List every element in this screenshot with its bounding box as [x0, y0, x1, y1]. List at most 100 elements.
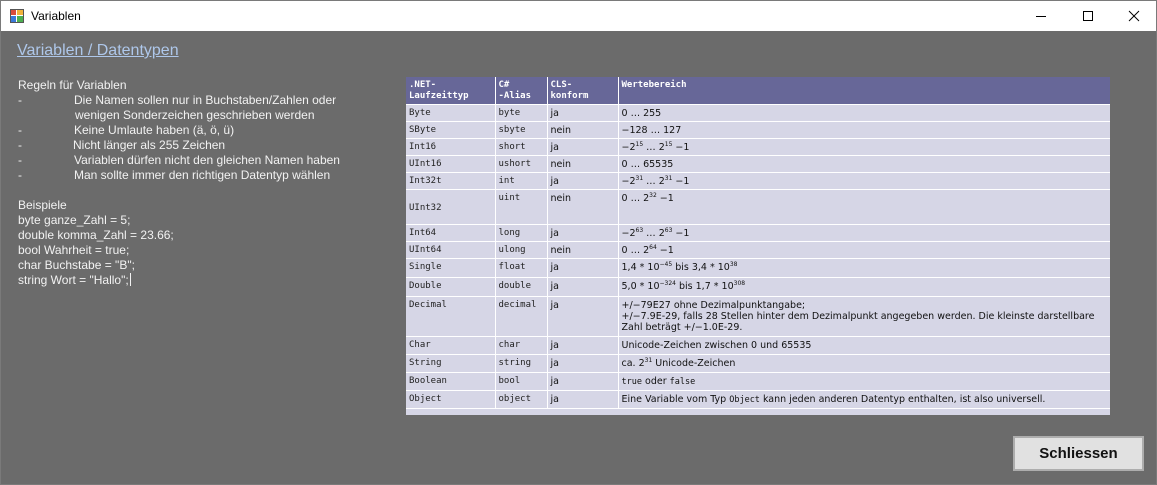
table-header-row: .NET- Laufzeittyp C# -Alias CLS-konform We…	[406, 77, 1110, 105]
rule-line: - Die Namen sollen nur in Buchstaben/Zahl…	[18, 93, 337, 107]
example-line: byte ganze_Zahl = 5;	[18, 213, 131, 227]
cell-cls: ja	[547, 172, 619, 190]
cell-alias: bool	[495, 372, 548, 391]
example-line: bool Wahrheit = true;	[18, 243, 130, 257]
cell-net: String	[406, 354, 496, 373]
table-row: Int16 short ja −215 … 215 −1	[406, 138, 1110, 156]
close-window-button[interactable]	[1111, 1, 1156, 31]
rule-line: - Keine Umlaute haben (ä, ö, ü)	[18, 123, 235, 137]
cell-net: Byte	[406, 104, 496, 122]
cell-range: 0 … 255	[618, 104, 1110, 122]
cell-cls: ja	[547, 372, 619, 391]
minimize-button[interactable]	[1018, 1, 1064, 31]
table-row: Double double ja 5,0 * 10−324 bis 1,7 * …	[406, 277, 1110, 297]
example-line: string Wort = "Hallo";	[18, 273, 131, 287]
cell-alias: byte	[495, 104, 548, 122]
cell-net: UInt64	[406, 241, 496, 259]
rules-title: Regeln für Variablen	[18, 78, 127, 92]
cell-range: −215 … 215 −1	[618, 138, 1110, 156]
cell-cls: nein	[547, 189, 619, 225]
table-row: Decimal decimal ja +/−79E27 ohne Dezimal…	[406, 296, 1110, 337]
cell-net: UInt16	[406, 155, 496, 173]
cell-alias: decimal	[495, 296, 548, 337]
table-row: Byte byte ja 0 … 255	[406, 104, 1110, 122]
cell-alias: string	[495, 354, 548, 373]
table-row: UInt16 ushort nein 0 … 65535	[406, 155, 1110, 173]
rule-line: - Variablen dürfen nicht den gleichen Nam…	[18, 153, 340, 167]
cell-cls: ja	[547, 138, 619, 156]
cell-net: SByte	[406, 121, 496, 139]
cell-range: −128 … 127	[618, 121, 1110, 139]
header-net-type: .NET- Laufzeittyp	[406, 77, 496, 105]
table-row: UInt64 ulong nein 0 … 264 −1	[406, 241, 1110, 259]
cell-range: 1,4 * 10−45 bis 3,4 * 1038	[618, 258, 1110, 278]
cell-alias: ushort	[495, 155, 548, 173]
cell-cls: ja	[547, 104, 619, 122]
cell-range: +/−79E27 ohne Dezimalpunktangabe; +/−7.9E…	[618, 296, 1110, 337]
table-row: Object object ja Eine Variable vom Typ O…	[406, 390, 1110, 409]
maximize-button[interactable]	[1065, 1, 1111, 31]
table-row: Single float ja 1,4 * 10−45 bis 3,4 * 10…	[406, 258, 1110, 278]
cell-alias: int	[495, 172, 548, 190]
cell-range: 0 … 232 −1	[618, 189, 1110, 225]
cell-cls: ja	[547, 354, 619, 373]
title-bar[interactable]: Variablen	[1, 1, 1156, 31]
cell-alias: double	[495, 277, 548, 297]
cell-cls: ja	[547, 390, 619, 409]
close-icon	[1128, 10, 1140, 22]
example-line: char Buchstabe = "B";	[18, 258, 135, 272]
cell-net: Double	[406, 277, 496, 297]
cell-cls: ja	[547, 336, 619, 355]
table-row: Char char ja Unicode-Zeichen zwischen 0 …	[406, 336, 1110, 355]
rule-line: - Nicht länger als 255 Zeichen	[18, 138, 226, 152]
cell-cls: nein	[547, 155, 619, 173]
cell-cls: nein	[547, 241, 619, 259]
cell-range: Eine Variable vom Typ Object kann jeden …	[618, 390, 1110, 409]
cell-alias: float	[495, 258, 548, 278]
datatypes-table: .NET- Laufzeittyp C# -Alias CLS-konform We…	[406, 77, 1110, 409]
cell-range: 0 … 65535	[618, 155, 1110, 173]
app-icon	[10, 9, 24, 23]
example-line: double komma_Zahl = 23.66;	[18, 228, 174, 242]
cell-alias: long	[495, 224, 548, 242]
info-text[interactable]: Regeln für Variablen - Die Namen sollen n…	[18, 78, 340, 288]
table-row: Int64 long ja −263 … 263 −1	[406, 224, 1110, 242]
cell-range: true oder false	[618, 372, 1110, 391]
cell-net: UInt32	[406, 189, 496, 225]
table-row: SByte sbyte nein −128 … 127	[406, 121, 1110, 139]
cell-net: Boolean	[406, 372, 496, 391]
header-alias: C# -Alias	[495, 77, 548, 105]
cell-range: Unicode-Zeichen zwischen 0 und 65535	[618, 336, 1110, 355]
header-cls: CLS-konform	[547, 77, 619, 105]
cell-alias: ulong	[495, 241, 548, 259]
cell-alias: char	[495, 336, 548, 355]
cell-alias: uint	[495, 189, 548, 225]
rule-line: - Man sollte immer den richtigen Datentyp…	[18, 168, 331, 182]
close-button[interactable]: Schliessen	[1013, 436, 1144, 471]
rule-line: wenigen Sonderzeichen geschrieben werden	[75, 108, 315, 122]
cell-net: Char	[406, 336, 496, 355]
page-heading-link[interactable]: Variablen / Datentypen	[17, 42, 179, 60]
cell-alias: sbyte	[495, 121, 548, 139]
text-caret	[129, 273, 131, 286]
variablen-window: Variablen Variablen / Datentypen Regeln …	[0, 0, 1157, 485]
table-row: Boolean bool ja true oder false	[406, 372, 1110, 391]
cell-net: Int16	[406, 138, 496, 156]
table-row: UInt32 uint nein 0 … 232 −1	[406, 189, 1110, 225]
minimize-icon	[1036, 16, 1046, 17]
cell-net: Int64	[406, 224, 496, 242]
header-range: Wertebereich	[618, 77, 1110, 105]
table-row: String string ja ca. 231 Unicode-Zeichen	[406, 354, 1110, 373]
cell-net: Object	[406, 390, 496, 409]
cell-range: 5,0 * 10−324 bis 1,7 * 10308	[618, 277, 1110, 297]
examples-block: Beispiele byte ganze_Zahl = 5; double ko…	[18, 198, 174, 288]
cell-cls: ja	[547, 277, 619, 297]
maximize-icon	[1083, 11, 1093, 21]
cell-cls: ja	[547, 296, 619, 337]
cell-range: −231 … 231 −1	[618, 172, 1110, 190]
cell-range: −263 … 263 −1	[618, 224, 1110, 242]
cell-net: Decimal	[406, 296, 496, 337]
cell-alias: object	[495, 390, 548, 409]
datatypes-table-container: .NET- Laufzeittyp C# -Alias CLS-konform We…	[406, 77, 1110, 415]
cell-cls: nein	[547, 121, 619, 139]
